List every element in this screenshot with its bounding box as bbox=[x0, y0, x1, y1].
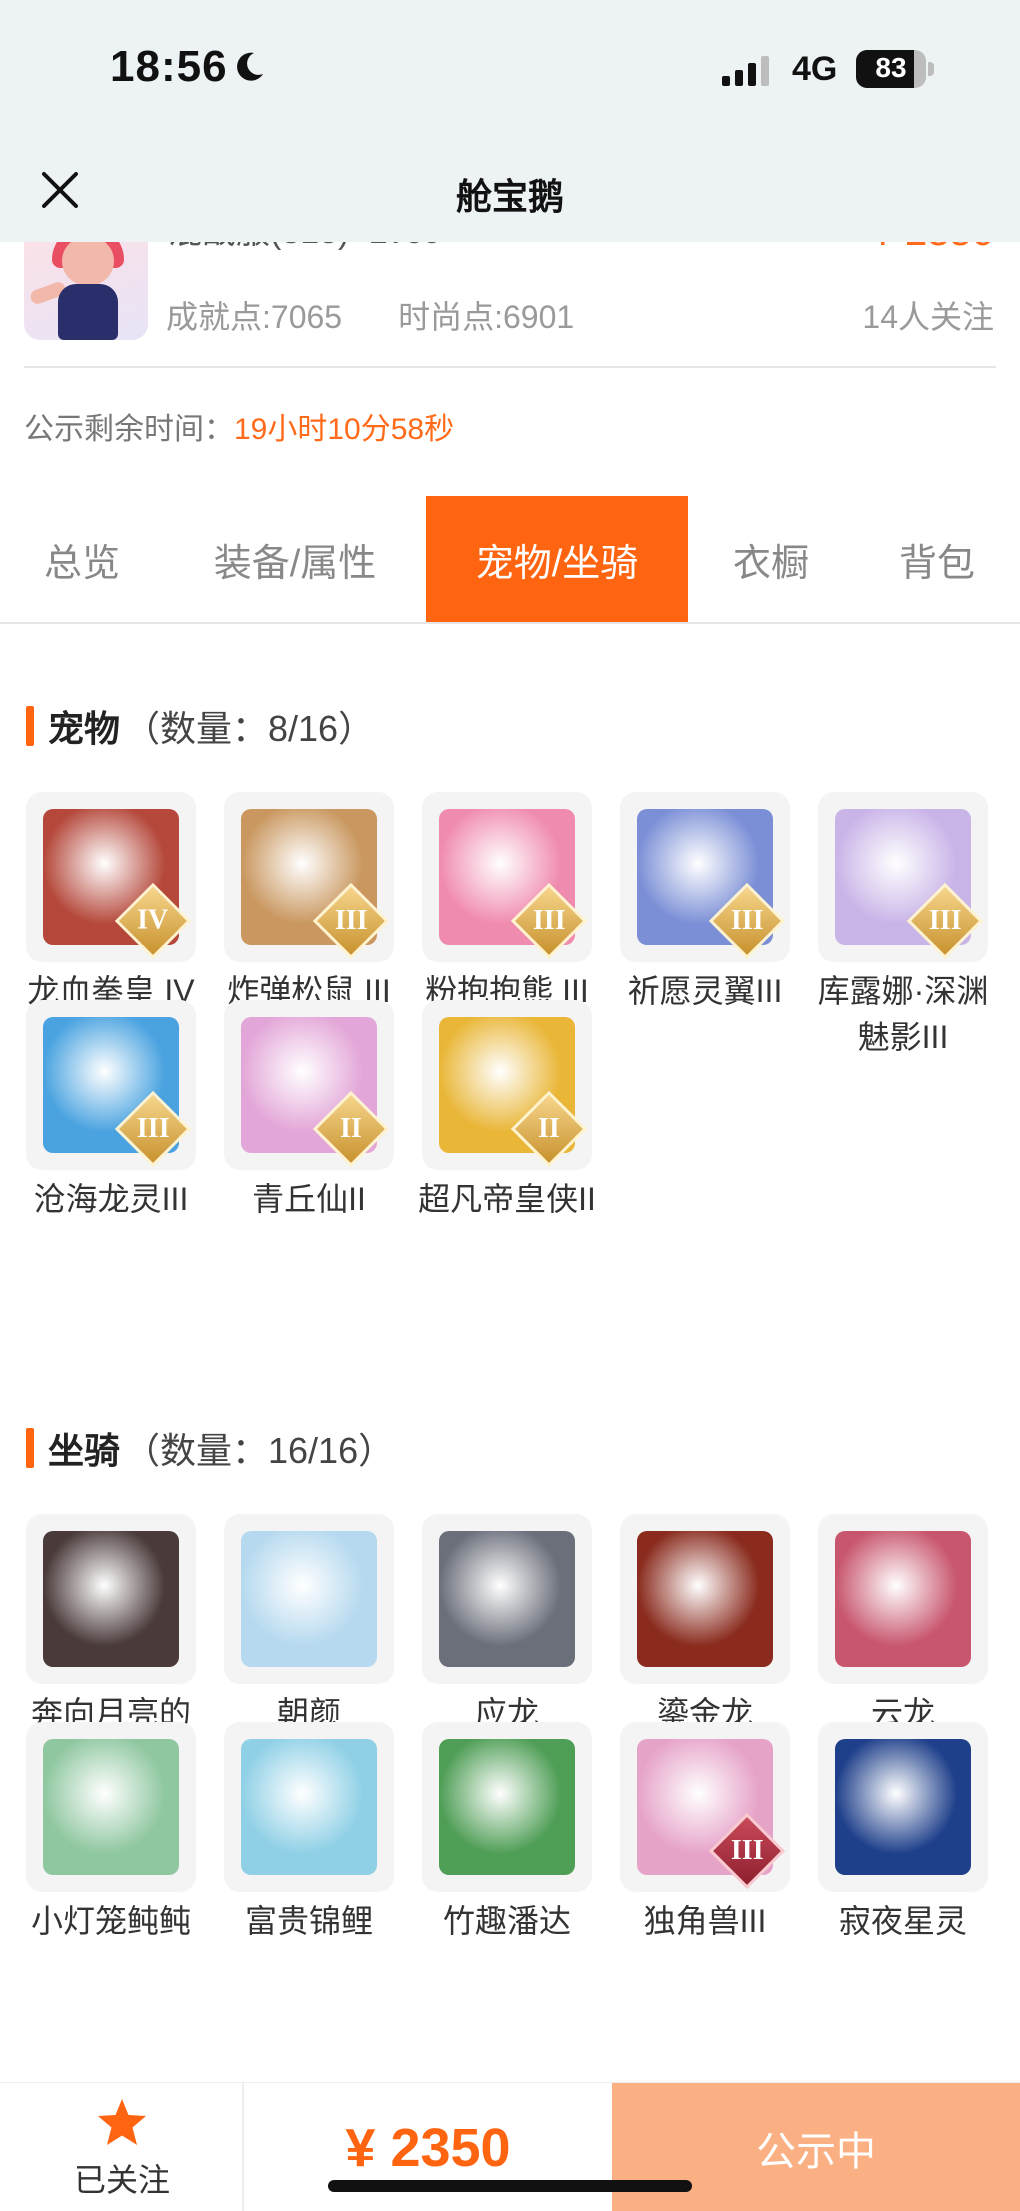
remaining-time-value: 19小时10分58秒 bbox=[234, 413, 455, 446]
grade-badge-text: IV bbox=[137, 905, 169, 936]
mount-card bbox=[26, 1514, 196, 1684]
mount-image bbox=[637, 1531, 773, 1667]
tab-equipment[interactable]: 装备/属性 bbox=[164, 496, 426, 622]
mount-card bbox=[422, 1514, 592, 1684]
mount-image bbox=[43, 1531, 179, 1667]
home-indicator bbox=[328, 2180, 692, 2192]
mount-card bbox=[818, 1722, 988, 1892]
mounts-title: 坐骑 bbox=[48, 1430, 121, 1471]
mount-card: III bbox=[620, 1722, 790, 1892]
mount-item[interactable]: 小灯笼鲀鲀 bbox=[26, 1722, 196, 1944]
pet-card: III bbox=[224, 792, 394, 962]
mount-item[interactable]: 竹趣潘达 bbox=[422, 1722, 592, 1944]
grade-badge-text: II bbox=[340, 1112, 362, 1144]
mount-card bbox=[224, 1722, 394, 1892]
battery-level: 83 bbox=[875, 52, 907, 83]
pets-title: 宠物 bbox=[48, 708, 121, 749]
pet-item[interactable]: III 库露娜·深渊魅影III bbox=[818, 792, 988, 1060]
grade-badge-text: III bbox=[334, 904, 368, 936]
grade-badge-text: III bbox=[730, 904, 764, 936]
mount-image bbox=[835, 1531, 971, 1667]
network-type: 4G bbox=[792, 50, 838, 88]
pet-name: 沧海龙灵III bbox=[33, 1181, 189, 1217]
pet-item[interactable]: III 炸弹松鼠 III bbox=[224, 792, 394, 1014]
page-title: 舱宝鹅 bbox=[455, 176, 564, 217]
pet-card: III bbox=[620, 792, 790, 962]
mount-name: 寂夜星灵 bbox=[838, 1903, 967, 1939]
pets-count: （数量：8/16） bbox=[124, 708, 375, 749]
tab-bar: 总览 装备/属性 宠物/坐骑 衣橱 背包 bbox=[0, 496, 1020, 624]
follow-button[interactable]: 已关注 bbox=[0, 2083, 244, 2211]
mounts-count: （数量：16/16） bbox=[124, 1430, 395, 1471]
mount-image bbox=[43, 1739, 179, 1875]
mount-item[interactable]: 富贵锦鲤 bbox=[224, 1722, 394, 1944]
pet-item[interactable]: II 超凡帝皇侠II bbox=[418, 1000, 596, 1222]
mount-item[interactable]: 鎏金龙 bbox=[620, 1514, 790, 1736]
pet-card: III bbox=[422, 792, 592, 962]
pet-name: 超凡帝皇侠II bbox=[418, 1181, 596, 1217]
pet-name: 青丘仙II bbox=[252, 1181, 366, 1217]
star-icon bbox=[98, 2099, 146, 2145]
tab-pets-mounts[interactable]: 宠物/坐骑 bbox=[426, 496, 688, 622]
mount-image bbox=[241, 1739, 377, 1875]
mount-image bbox=[439, 1531, 575, 1667]
grade-badge-text: II bbox=[538, 1112, 560, 1144]
grade-badge-text: III bbox=[730, 1834, 764, 1866]
mount-item[interactable]: 朝颜 bbox=[224, 1514, 394, 1736]
mount-image bbox=[439, 1739, 575, 1875]
pet-item[interactable]: II 青丘仙II bbox=[224, 1000, 394, 1222]
mount-card bbox=[26, 1722, 196, 1892]
pet-name: 祈愿灵翼III bbox=[627, 973, 783, 1009]
mount-card bbox=[224, 1514, 394, 1684]
mount-card bbox=[620, 1514, 790, 1684]
mount-image bbox=[835, 1739, 971, 1875]
status-time: 18:56 bbox=[110, 42, 228, 91]
tab-overview[interactable]: 总览 bbox=[0, 496, 164, 622]
pet-item[interactable]: III 沧海龙灵III bbox=[26, 1000, 196, 1222]
mount-name: 竹趣潘达 bbox=[442, 1903, 571, 1939]
mount-name: 富贵锦鲤 bbox=[244, 1903, 373, 1939]
pet-name: 库露娜·深渊魅影III bbox=[817, 973, 989, 1055]
pet-card: II bbox=[422, 1000, 592, 1170]
battery-icon: 83 bbox=[856, 50, 934, 88]
mount-image bbox=[241, 1531, 377, 1667]
mount-card bbox=[818, 1514, 988, 1684]
signal-icon bbox=[722, 56, 769, 86]
character-stats: 成就点:7065 时尚点:6901 bbox=[166, 292, 574, 338]
moon-icon bbox=[237, 52, 263, 81]
pet-card: IV bbox=[26, 792, 196, 962]
mount-name: 独角兽III bbox=[643, 1903, 767, 1939]
mount-item[interactable]: 寂夜星灵 bbox=[818, 1722, 988, 1944]
mount-item[interactable]: 应龙 bbox=[422, 1514, 592, 1736]
tab-backpack[interactable]: 背包 bbox=[854, 496, 1020, 622]
pet-card: III bbox=[26, 1000, 196, 1170]
mount-item[interactable]: 云龙 bbox=[818, 1514, 988, 1736]
tab-wardrobe[interactable]: 衣橱 bbox=[688, 496, 854, 622]
follow-label: 已关注 bbox=[73, 2162, 170, 2198]
mounts-section-title: 坐骑 （数量：16/16） bbox=[26, 1422, 394, 1474]
remaining-time-label: 公示剩余时间： bbox=[24, 413, 234, 446]
top-bar: 18:56 4G 83 舱宝鹅 bbox=[0, 0, 1020, 242]
grade-badge-text: III bbox=[532, 904, 566, 936]
grade-badge-text: III bbox=[136, 1112, 170, 1144]
pets-section-title: 宠物 （数量：8/16） bbox=[26, 700, 374, 752]
remaining-time: 公示剩余时间：19小时10分58秒 bbox=[24, 404, 454, 448]
followers-count: 14人关注 bbox=[862, 299, 994, 335]
pet-item[interactable]: IV 龙血拳皇 IV bbox=[26, 792, 196, 1014]
pet-card: II bbox=[224, 1000, 394, 1170]
divider bbox=[24, 366, 996, 368]
grade-badge-text: III bbox=[928, 904, 962, 936]
mount-card bbox=[422, 1722, 592, 1892]
mount-name: 小灯笼鲀鲀 bbox=[30, 1903, 191, 1939]
pet-item[interactable]: III 祈愿灵翼III bbox=[620, 792, 790, 1014]
mount-item[interactable]: III 独角兽III bbox=[620, 1722, 790, 1944]
fashion-points: 时尚点:6901 bbox=[398, 299, 575, 335]
pet-item[interactable]: III 粉抱抱熊 III bbox=[422, 792, 592, 1014]
achievement-points: 成就点:7065 bbox=[166, 299, 343, 335]
pet-card: III bbox=[818, 792, 988, 962]
